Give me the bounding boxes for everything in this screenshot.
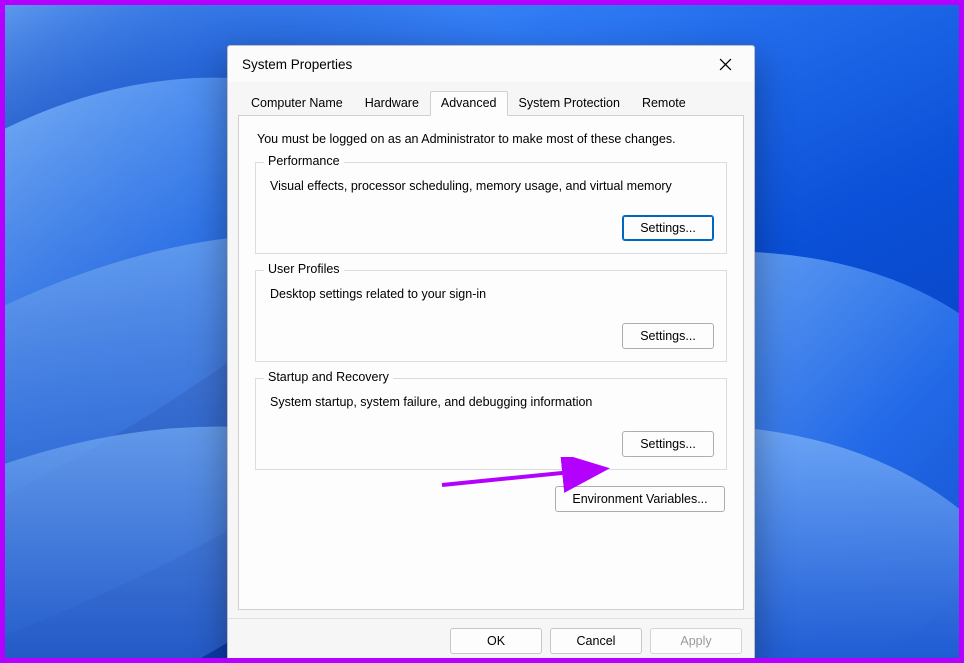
apply-button: Apply <box>650 628 742 654</box>
close-icon <box>719 58 732 71</box>
tab-content-advanced: You must be logged on as an Administrato… <box>238 116 744 610</box>
tab-hardware[interactable]: Hardware <box>354 91 430 116</box>
environment-variables-button[interactable]: Environment Variables... <box>555 486 725 512</box>
performance-settings-button[interactable]: Settings... <box>622 215 714 241</box>
tab-row: Computer Name Hardware Advanced System P… <box>238 90 744 116</box>
ok-button[interactable]: OK <box>450 628 542 654</box>
group-startup-recovery-desc: System startup, system failure, and debu… <box>268 393 714 409</box>
group-performance: Performance Visual effects, processor sc… <box>255 162 727 254</box>
dialog-footer: OK Cancel Apply <box>228 618 754 662</box>
user-profiles-settings-button[interactable]: Settings... <box>622 323 714 349</box>
group-startup-recovery: Startup and Recovery System startup, sys… <box>255 378 727 470</box>
admin-notice: You must be logged on as an Administrato… <box>257 132 727 146</box>
group-user-profiles: User Profiles Desktop settings related t… <box>255 270 727 362</box>
window-title: System Properties <box>242 57 352 72</box>
tabs-area: Computer Name Hardware Advanced System P… <box>228 82 754 116</box>
titlebar: System Properties <box>228 46 754 82</box>
tab-computer-name[interactable]: Computer Name <box>240 91 354 116</box>
group-user-profiles-desc: Desktop settings related to your sign-in <box>268 285 714 301</box>
tab-remote[interactable]: Remote <box>631 91 697 116</box>
cancel-button[interactable]: Cancel <box>550 628 642 654</box>
group-performance-desc: Visual effects, processor scheduling, me… <box>268 177 714 193</box>
tab-advanced[interactable]: Advanced <box>430 91 508 116</box>
group-performance-legend: Performance <box>264 154 344 168</box>
group-startup-recovery-legend: Startup and Recovery <box>264 370 393 384</box>
group-user-profiles-legend: User Profiles <box>264 262 344 276</box>
close-button[interactable] <box>706 50 744 78</box>
screenshot-frame: System Properties Computer Name Hardware… <box>0 0 964 663</box>
system-properties-dialog: System Properties Computer Name Hardware… <box>227 45 755 663</box>
tab-system-protection[interactable]: System Protection <box>508 91 631 116</box>
startup-recovery-settings-button[interactable]: Settings... <box>622 431 714 457</box>
